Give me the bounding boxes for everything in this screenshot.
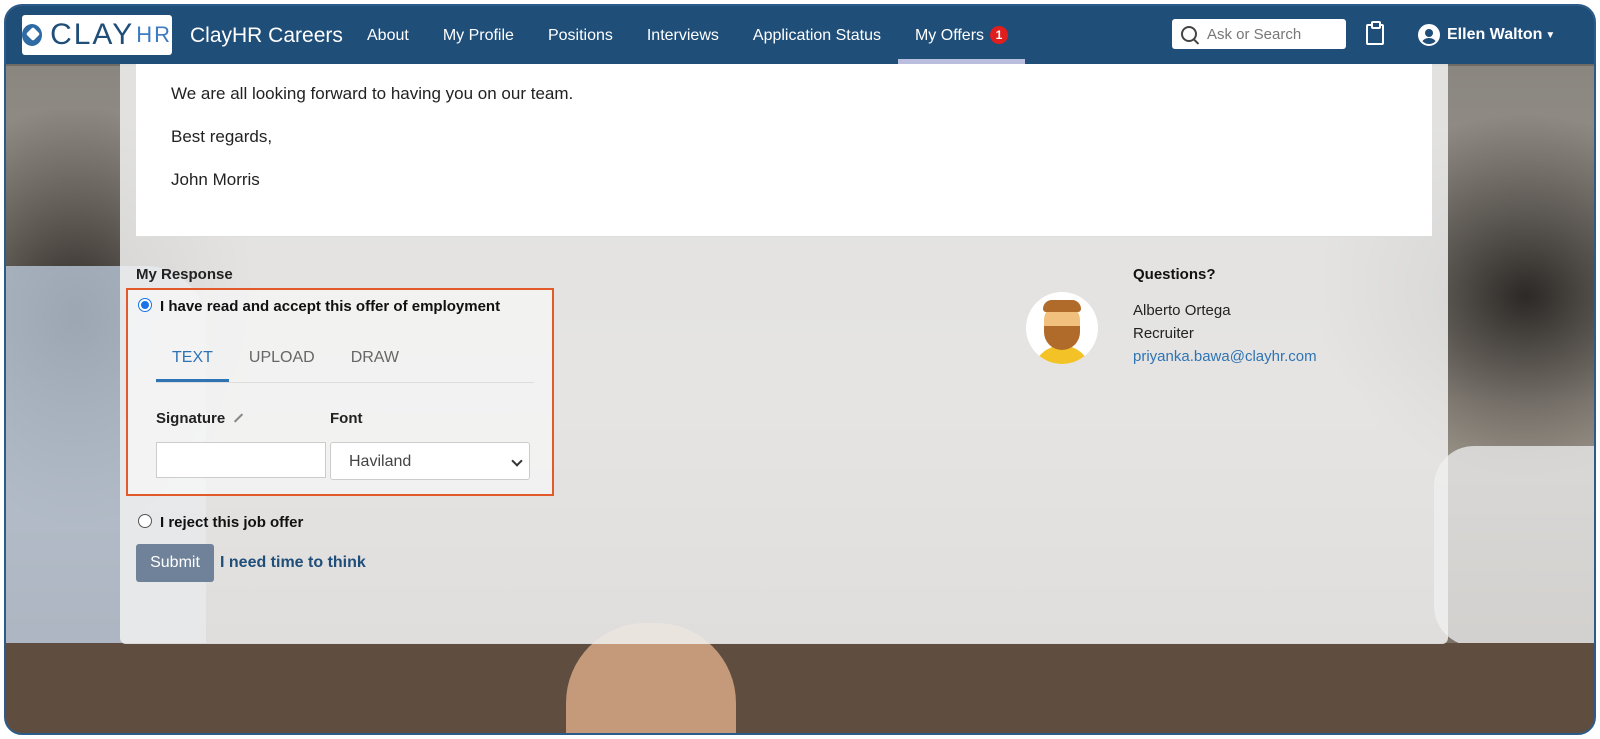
signature-tabs: TEXT UPLOAD DRAW (156, 346, 534, 383)
clipboard-icon[interactable] (1366, 21, 1384, 45)
recruiter-email-link[interactable]: priyanka.bawa@clayhr.com (1133, 348, 1317, 365)
offers-count-badge: 1 (990, 26, 1009, 44)
search-icon (1181, 26, 1197, 42)
reject-offer-option[interactable]: I reject this job offer (138, 514, 303, 531)
top-navbar: CLAY HR ClayHR Careers About My Profile … (6, 6, 1594, 64)
user-menu[interactable]: Ellen Walton ▼ (1418, 6, 1555, 64)
search-box[interactable] (1172, 19, 1346, 49)
logo-icon (22, 24, 43, 46)
main-nav: About My Profile Positions Interviews Ap… (350, 6, 1026, 64)
nav-item-interviews[interactable]: Interviews (630, 6, 736, 64)
letter-closing: Best regards, (171, 127, 273, 146)
signature-label: Signature (156, 410, 244, 427)
letter-signer: John Morris (171, 170, 260, 189)
nav-item-application-status[interactable]: Application Status (736, 6, 898, 64)
font-selected-value: Haviland (349, 453, 412, 470)
logo-suffix: HR (136, 22, 172, 47)
signature-label-text: Signature (156, 410, 226, 427)
recruiter-role: Recruiter (1133, 325, 1194, 342)
questions-title: Questions? (1133, 266, 1216, 283)
reject-radio[interactable] (138, 514, 152, 528)
reject-label: I reject this job offer (160, 514, 304, 531)
clayhr-logo[interactable]: CLAY HR (22, 15, 172, 55)
user-name: Ellen Walton (1447, 26, 1543, 43)
user-avatar-icon (1418, 24, 1440, 46)
tab-text[interactable]: TEXT (156, 346, 229, 382)
nav-item-about[interactable]: About (350, 6, 426, 64)
caret-down-icon: ▼ (1545, 29, 1556, 41)
tab-draw[interactable]: DRAW (335, 346, 415, 382)
font-label: Font (330, 410, 363, 427)
need-time-link[interactable]: I need time to think (220, 554, 366, 572)
accept-label: I have read and accept this offer of emp… (160, 298, 501, 315)
nav-item-my-offers-label: My Offers (914, 27, 985, 44)
letter-line: We are all looking forward to having you… (171, 84, 574, 103)
recruiter-name: Alberto Ortega (1133, 302, 1231, 319)
accept-radio[interactable] (138, 298, 152, 312)
font-select[interactable]: Haviland (330, 442, 530, 480)
brand-title[interactable]: ClayHR Careers (190, 6, 343, 64)
app-window: CLAY HR ClayHR Careers About My Profile … (4, 4, 1596, 735)
signature-input[interactable] (156, 442, 326, 478)
tab-upload[interactable]: UPLOAD (233, 346, 331, 382)
recruiter-avatar (1026, 292, 1098, 364)
chevron-down-icon (511, 455, 523, 467)
nav-item-my-offers[interactable]: My Offers 1 (897, 6, 1026, 64)
nav-item-my-profile[interactable]: My Profile (426, 6, 531, 64)
search-input[interactable] (1205, 24, 1339, 44)
logo-text: CLAY (50, 18, 135, 51)
my-response-title: My Response (136, 266, 233, 283)
accept-offer-option[interactable]: I have read and accept this offer of emp… (138, 298, 500, 315)
pencil-icon (234, 413, 244, 423)
nav-item-positions[interactable]: Positions (531, 6, 630, 64)
offer-card: We are all looking forward to having you… (120, 64, 1448, 644)
submit-button[interactable]: Submit (136, 544, 214, 582)
offer-letter: We are all looking forward to having you… (136, 64, 1432, 237)
accept-offer-panel: I have read and accept this offer of emp… (126, 288, 554, 496)
